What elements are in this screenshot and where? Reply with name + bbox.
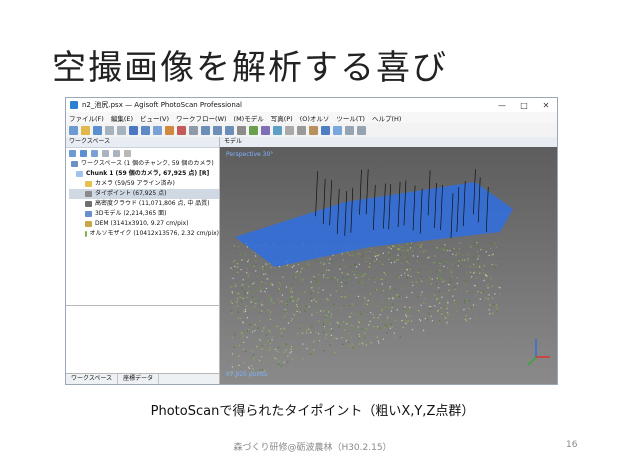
tree-item-tie-points[interactable]: タイポイント (67,925 点) — [69, 189, 219, 199]
camera-plane — [235, 182, 513, 267]
main-toolbar — [66, 123, 557, 138]
enable-icon[interactable] — [102, 150, 109, 157]
rotate-icon[interactable] — [153, 125, 162, 135]
textured-model-icon[interactable] — [309, 125, 318, 135]
tree-item-label: 3Dモデル (2,214,365 面) — [95, 210, 167, 217]
axis-gizmo — [527, 339, 550, 366]
select-icon[interactable] — [129, 125, 138, 135]
move-icon[interactable] — [225, 125, 234, 135]
menu-workflow[interactable]: ワークフロー(W) — [176, 113, 227, 123]
new-project-icon[interactable] — [69, 125, 78, 135]
menu-edit[interactable]: 編集(E) — [111, 113, 133, 123]
tree-item-orthomosaic[interactable]: オルソモザイク (10412x13576, 2.32 cm/pix) — [69, 229, 219, 239]
menu-help[interactable]: ヘルプ(H) — [372, 113, 401, 123]
menu-tools[interactable]: ツール(T) — [336, 113, 365, 123]
orthomosaic-icon — [85, 231, 87, 237]
workspace-toolbar — [66, 148, 219, 159]
shaded-model-icon[interactable] — [273, 125, 282, 135]
main-panels: ワークスペース ワークスペース (1 個のチャンク, 59 個のカメラ) Chu… — [66, 137, 557, 384]
tree-item-label: 高密度クラウド (11,071,806 点, 中 品質) — [95, 200, 210, 207]
mesh-icon — [85, 211, 92, 217]
slide-footer: 森づくり研修@砺波農林（H30.2.15） — [233, 443, 392, 453]
tree-item-dense-cloud[interactable]: 高密度クラウド (11,071,806 点, 中 品質) — [69, 199, 219, 209]
tree-item-dem[interactable]: DEM (3141x3910, 9.27 cm/pix) — [69, 219, 219, 229]
tree-item-label: タイポイント (67,925 点) — [95, 190, 167, 197]
menu-view[interactable]: ビュー(V) — [140, 113, 169, 123]
dense-cloud-icon — [85, 201, 92, 207]
remove-items-icon[interactable] — [124, 150, 131, 157]
slide-title: 空撮画像を解析する喜び — [52, 48, 448, 88]
tree-item-label: ワークスペース (1 個のチャンク, 59 個のカメラ) — [81, 160, 214, 167]
add-photos-icon[interactable] — [80, 150, 87, 157]
save-project-icon[interactable] — [93, 125, 102, 135]
show-markers-icon[interactable] — [345, 125, 354, 135]
undo-icon[interactable] — [105, 125, 114, 135]
chunk-icon — [76, 171, 83, 177]
draw-icon[interactable] — [165, 125, 174, 135]
minimize-button[interactable]: — — [491, 101, 513, 110]
folder-icon — [85, 181, 92, 187]
disable-icon[interactable] — [113, 150, 120, 157]
workspace-pane: ワークスペース ワークスペース (1 個のチャンク, 59 個のカメラ) Chu… — [66, 137, 220, 384]
menu-photo[interactable]: 写真(P) — [271, 113, 293, 123]
tree-item-chunk[interactable]: Chunk 1 (59 個のカメラ, 67,925 点) [R] — [69, 169, 219, 179]
tree-item-cameras[interactable]: カメラ (59/59 アライン済み) — [69, 179, 219, 189]
window-title: n2_池尻.psx — Agisoft PhotoScan Profession… — [82, 101, 242, 109]
grid-icon[interactable] — [237, 125, 246, 135]
tree-item-label: DEM (3141x3910, 9.27 cm/pix) — [95, 220, 189, 227]
zoom-in-icon[interactable] — [201, 125, 210, 135]
menu-model[interactable]: (M)モデル — [234, 113, 264, 123]
tie-points-icon — [85, 191, 92, 197]
menu-bar: ファイル(F) 編集(E) ビュー(V) ワークフロー(W) (M)モデル 写真… — [66, 112, 557, 123]
wireframe-icon[interactable] — [297, 125, 306, 135]
maximize-button[interactable]: □ — [513, 101, 535, 110]
photoscan-window: n2_池尻.psx — Agisoft PhotoScan Profession… — [65, 97, 558, 385]
points-count-label: 67,925 points — [226, 371, 268, 378]
show-cameras-icon[interactable] — [321, 125, 330, 135]
show-images-icon[interactable] — [333, 125, 342, 135]
window-titlebar: n2_池尻.psx — Agisoft PhotoScan Profession… — [66, 98, 557, 112]
model-viewport[interactable]: Perspective 30° 67,925 points — [220, 147, 557, 384]
slide-caption: PhotoScanで得られたタイポイント（粗いX,Y,Z点群） — [150, 404, 475, 419]
dense-cloud-view-icon[interactable] — [261, 125, 270, 135]
close-button[interactable]: ✕ — [535, 101, 557, 110]
tab-workspace[interactable]: ワークスペース — [66, 374, 119, 384]
workspace-header: ワークスペース — [66, 137, 219, 148]
zoom-out-icon[interactable] — [213, 125, 222, 135]
workspace-tree: ワークスペース (1 個のチャンク, 59 個のカメラ) Chunk 1 (59… — [66, 159, 219, 239]
tie-point-cloud — [230, 169, 550, 378]
tab-reference[interactable]: 座標データ — [118, 374, 160, 384]
left-bottom-tabs: ワークスペース 座標データ — [66, 373, 219, 384]
dem-icon — [85, 221, 92, 227]
add-folder-icon[interactable] — [91, 150, 98, 157]
perspective-label: Perspective 30° — [226, 151, 274, 158]
tree-item-3d-model[interactable]: 3Dモデル (2,214,365 面) — [69, 209, 219, 219]
tree-item-label: Chunk 1 (59 個のカメラ, 67,925 点) [R] — [86, 170, 210, 177]
photoscan-app-icon — [70, 101, 78, 109]
tree-item-label: カメラ (59/59 アライン済み) — [95, 180, 175, 187]
redo-icon[interactable] — [117, 125, 126, 135]
show-shapes-icon[interactable] — [357, 125, 366, 135]
properties-pane — [66, 305, 219, 374]
page-number: 16 — [566, 440, 578, 450]
add-chunk-icon[interactable] — [69, 150, 76, 157]
navigation-icon[interactable] — [141, 125, 150, 135]
tree-item-workspace[interactable]: ワークスペース (1 個のチャンク, 59 個のカメラ) — [69, 159, 219, 169]
workspace-icon — [71, 161, 78, 167]
menu-ortho[interactable]: (O)オルソ — [300, 113, 330, 123]
menu-file[interactable]: ファイル(F) — [69, 113, 104, 123]
open-project-icon[interactable] — [81, 125, 90, 135]
point-cloud-icon[interactable] — [249, 125, 258, 135]
solid-model-icon[interactable] — [285, 125, 294, 135]
delete-selection-icon[interactable] — [177, 125, 186, 135]
tree-item-label: オルソモザイク (10412x13576, 2.32 cm/pix) — [89, 230, 219, 237]
crop-icon[interactable] — [189, 125, 198, 135]
model-view-pane: モデル Perspective 30° 67,925 points — [220, 137, 557, 384]
